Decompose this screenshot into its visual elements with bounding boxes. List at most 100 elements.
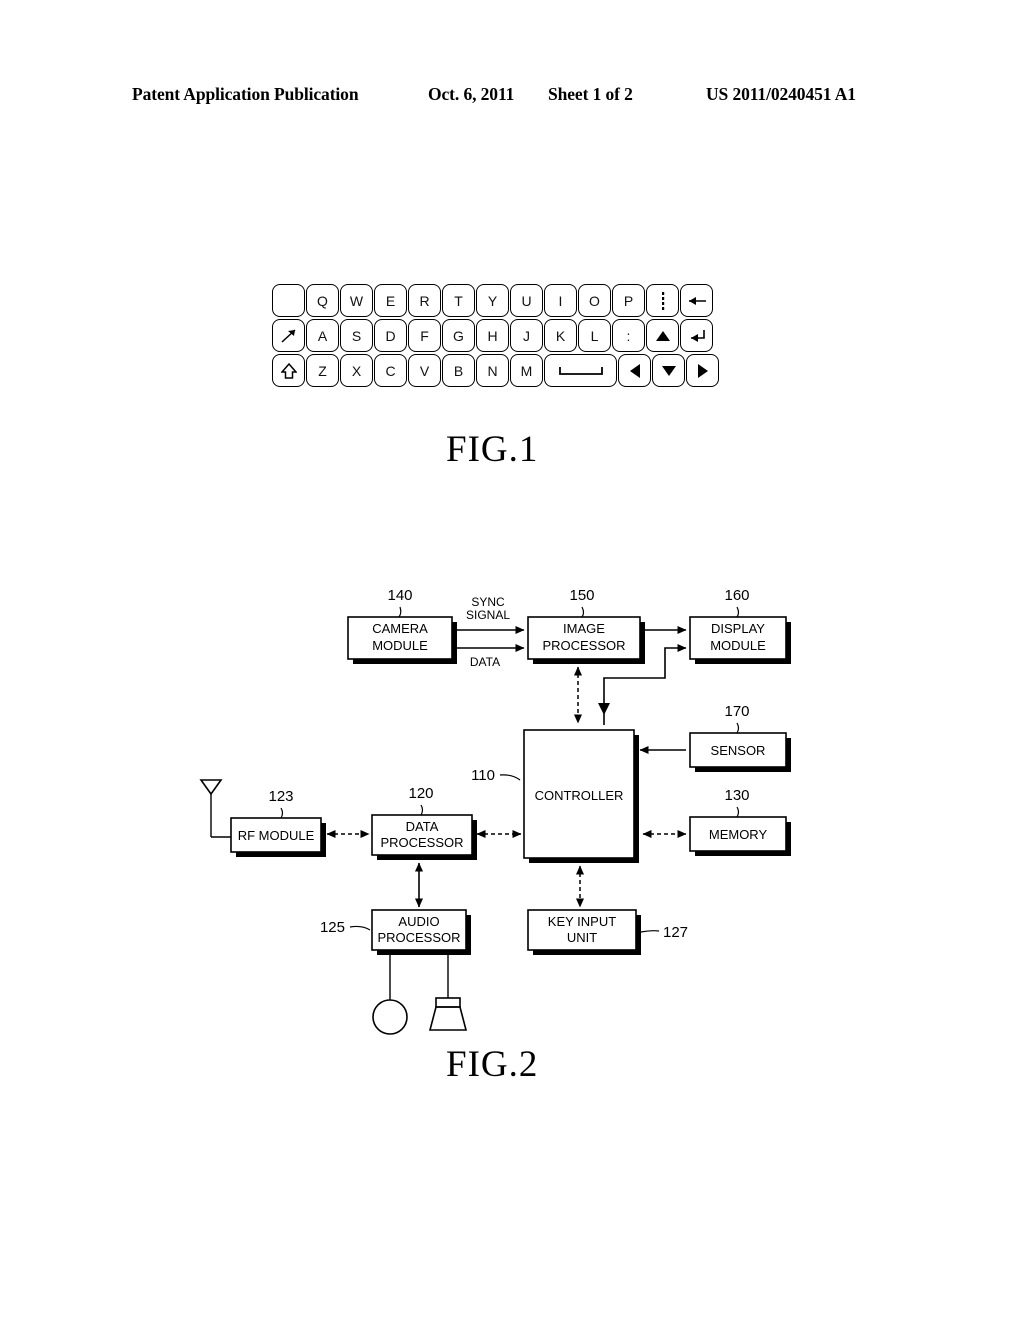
controller-ref-number: 110	[471, 767, 495, 784]
keyboard-key-f[interactable]: F	[408, 319, 441, 352]
keyboard-key-l[interactable]: L	[578, 319, 611, 352]
keyboard-blank-key[interactable]	[272, 284, 305, 317]
keyboard-key-e[interactable]: E	[374, 284, 407, 317]
controller-label: CONTROLLER	[535, 788, 624, 803]
qwerty-keyboard: Q W E R T Y U I O P A S D F G H J K L: Z X C V B N M	[272, 284, 724, 388]
keyboard-key-v[interactable]: V	[408, 354, 441, 387]
keyboard-arrow-right-triangle-icon[interactable]	[686, 354, 719, 387]
keyboard-key-w[interactable]: W	[340, 284, 373, 317]
keyboard-key-label: G	[453, 327, 464, 344]
speaker-icon	[428, 953, 468, 1031]
keyboard-key-label: B	[453, 362, 464, 379]
sensor-label: SENSOR	[711, 743, 766, 758]
keyboard-key-label: M	[520, 362, 533, 379]
camera-module-label-line1: CAMERA	[372, 621, 428, 636]
image-processor-label-line1: IMAGE	[563, 621, 605, 636]
keyboard-tab-diagonal-arrow-icon[interactable]	[272, 319, 305, 352]
keyboard-key-label: O	[589, 292, 600, 309]
figure-1-caption: FIG.1	[446, 429, 539, 470]
keyboard-key-label: Z	[318, 362, 327, 379]
block-camera-module: CAMERA MODULE 140	[347, 587, 457, 664]
keyboard-key-label: P	[623, 292, 634, 309]
keyboard-key-label: :	[626, 327, 631, 344]
keyboard-key-c[interactable]: C	[374, 354, 407, 387]
rf-module-ref-number: 123	[268, 788, 293, 805]
keyboard-key-p[interactable]: P	[612, 284, 645, 317]
keyboard-key-i[interactable]: I	[544, 284, 577, 317]
keyboard-key-label: S	[351, 327, 362, 344]
block-diagram-canvas: CAMERA MODULE 140 IMAGE PROCESSOR 150 DI…	[199, 587, 791, 1035]
block-sensor: SENSOR 170	[689, 703, 791, 772]
keyboard-key-label: Y	[487, 292, 498, 309]
keyboard-key-n[interactable]: N	[476, 354, 509, 387]
audio-processor-ref-number: 125	[320, 919, 345, 936]
keyboard-key-k[interactable]: K	[544, 319, 577, 352]
publication-title: Patent Application Publication	[132, 84, 359, 104]
sensor-ref-number: 170	[724, 703, 749, 720]
block-display-module: DISPLAY MODULE 160	[689, 587, 791, 664]
camera-module-ref-number: 140	[387, 587, 412, 604]
keyboard-key-label: D	[385, 327, 396, 344]
sheet-indicator: Sheet 1 of 2	[548, 84, 633, 104]
keyboard-key-b[interactable]: B	[442, 354, 475, 387]
memory-label: MEMORY	[709, 827, 768, 842]
keyboard-key-t[interactable]: T	[442, 284, 475, 317]
data-signal-label: DATA	[470, 655, 500, 669]
page-header: Patent Application Publication Oct. 6, 2…	[0, 84, 1024, 114]
block-key-input-unit: KEY INPUT UNIT 127	[527, 909, 688, 955]
antenna-icon	[199, 779, 231, 838]
keyboard-key-label: W	[349, 292, 364, 309]
block-image-processor: IMAGE PROCESSOR 150	[527, 587, 645, 664]
keyboard-key-q[interactable]: Q	[306, 284, 339, 317]
keyboard-key-label: J	[523, 327, 530, 344]
keyboard-key-label: K	[555, 327, 566, 344]
keyboard-key-h[interactable]: H	[476, 319, 509, 352]
microphone-icon	[372, 953, 408, 1035]
camera-module-label-line2: MODULE	[372, 638, 428, 653]
display-module-label-line1: DISPLAY	[711, 621, 765, 636]
sync-signal-label-line2: SIGNAL	[466, 608, 510, 622]
keyboard-key-[interactable]: :	[612, 319, 645, 352]
keyboard-key-label: I	[558, 292, 563, 309]
keyboard-key-j[interactable]: J	[510, 319, 543, 352]
keyboard-arrow-down-triangle-icon[interactable]	[652, 354, 685, 387]
keyboard-enter-return-arrow-icon[interactable]	[680, 319, 713, 352]
data-processor-label-line1: DATA	[406, 819, 439, 834]
keyboard-key-g[interactable]: G	[442, 319, 475, 352]
keyboard-vertical-ellipsis-icon[interactable]	[646, 284, 679, 317]
keyboard-key-r[interactable]: R	[408, 284, 441, 317]
keyboard-space-bar-icon[interactable]	[544, 354, 617, 387]
keyboard-key-o[interactable]: O	[578, 284, 611, 317]
keyboard-key-y[interactable]: Y	[476, 284, 509, 317]
keyboard-key-s[interactable]: S	[340, 319, 373, 352]
keyboard-key-a[interactable]: A	[306, 319, 339, 352]
display-module-ref-number: 160	[724, 587, 749, 604]
key-input-unit-label-line1: KEY INPUT	[548, 914, 616, 929]
keyboard-backspace-arrow-icon[interactable]	[680, 284, 713, 317]
keyboard-shift-arrow-icon[interactable]	[272, 354, 305, 387]
audio-processor-label-line1: AUDIO	[398, 914, 439, 929]
keyboard-key-label: Q	[317, 292, 328, 309]
block-controller: CONTROLLER 110	[471, 729, 639, 863]
figure-2-caption: FIG.2	[446, 1044, 539, 1085]
keyboard-arrow-up-triangle-icon[interactable]	[646, 319, 679, 352]
block-diagram-figure-2: CAMERA MODULE 140 IMAGE PROCESSOR 150 DI…	[0, 575, 1024, 1035]
memory-ref-number: 130	[724, 787, 749, 804]
block-rf-module: RF MODULE 123	[230, 788, 326, 857]
keyboard-key-label: L	[590, 327, 599, 344]
keyboard-key-x[interactable]: X	[340, 354, 373, 387]
keyboard-key-label: V	[419, 362, 430, 379]
keyboard-row-1: Q W ERTY U I O P	[272, 284, 714, 317]
keyboard-key-label: E	[385, 292, 396, 309]
keyboard-key-label: U	[521, 292, 532, 309]
block-audio-processor: AUDIO PROCESSOR 125	[320, 909, 471, 955]
patent-number: US 2011/0240451 A1	[706, 84, 856, 104]
keyboard-key-u[interactable]: U	[510, 284, 543, 317]
display-module-label-line2: MODULE	[710, 638, 766, 653]
keyboard-key-z[interactable]: Z	[306, 354, 339, 387]
key-input-unit-label-line2: UNIT	[567, 930, 597, 945]
image-processor-ref-number: 150	[569, 587, 594, 604]
keyboard-arrow-left-triangle-icon[interactable]	[618, 354, 651, 387]
keyboard-key-m[interactable]: M	[510, 354, 543, 387]
keyboard-key-d[interactable]: D	[374, 319, 407, 352]
